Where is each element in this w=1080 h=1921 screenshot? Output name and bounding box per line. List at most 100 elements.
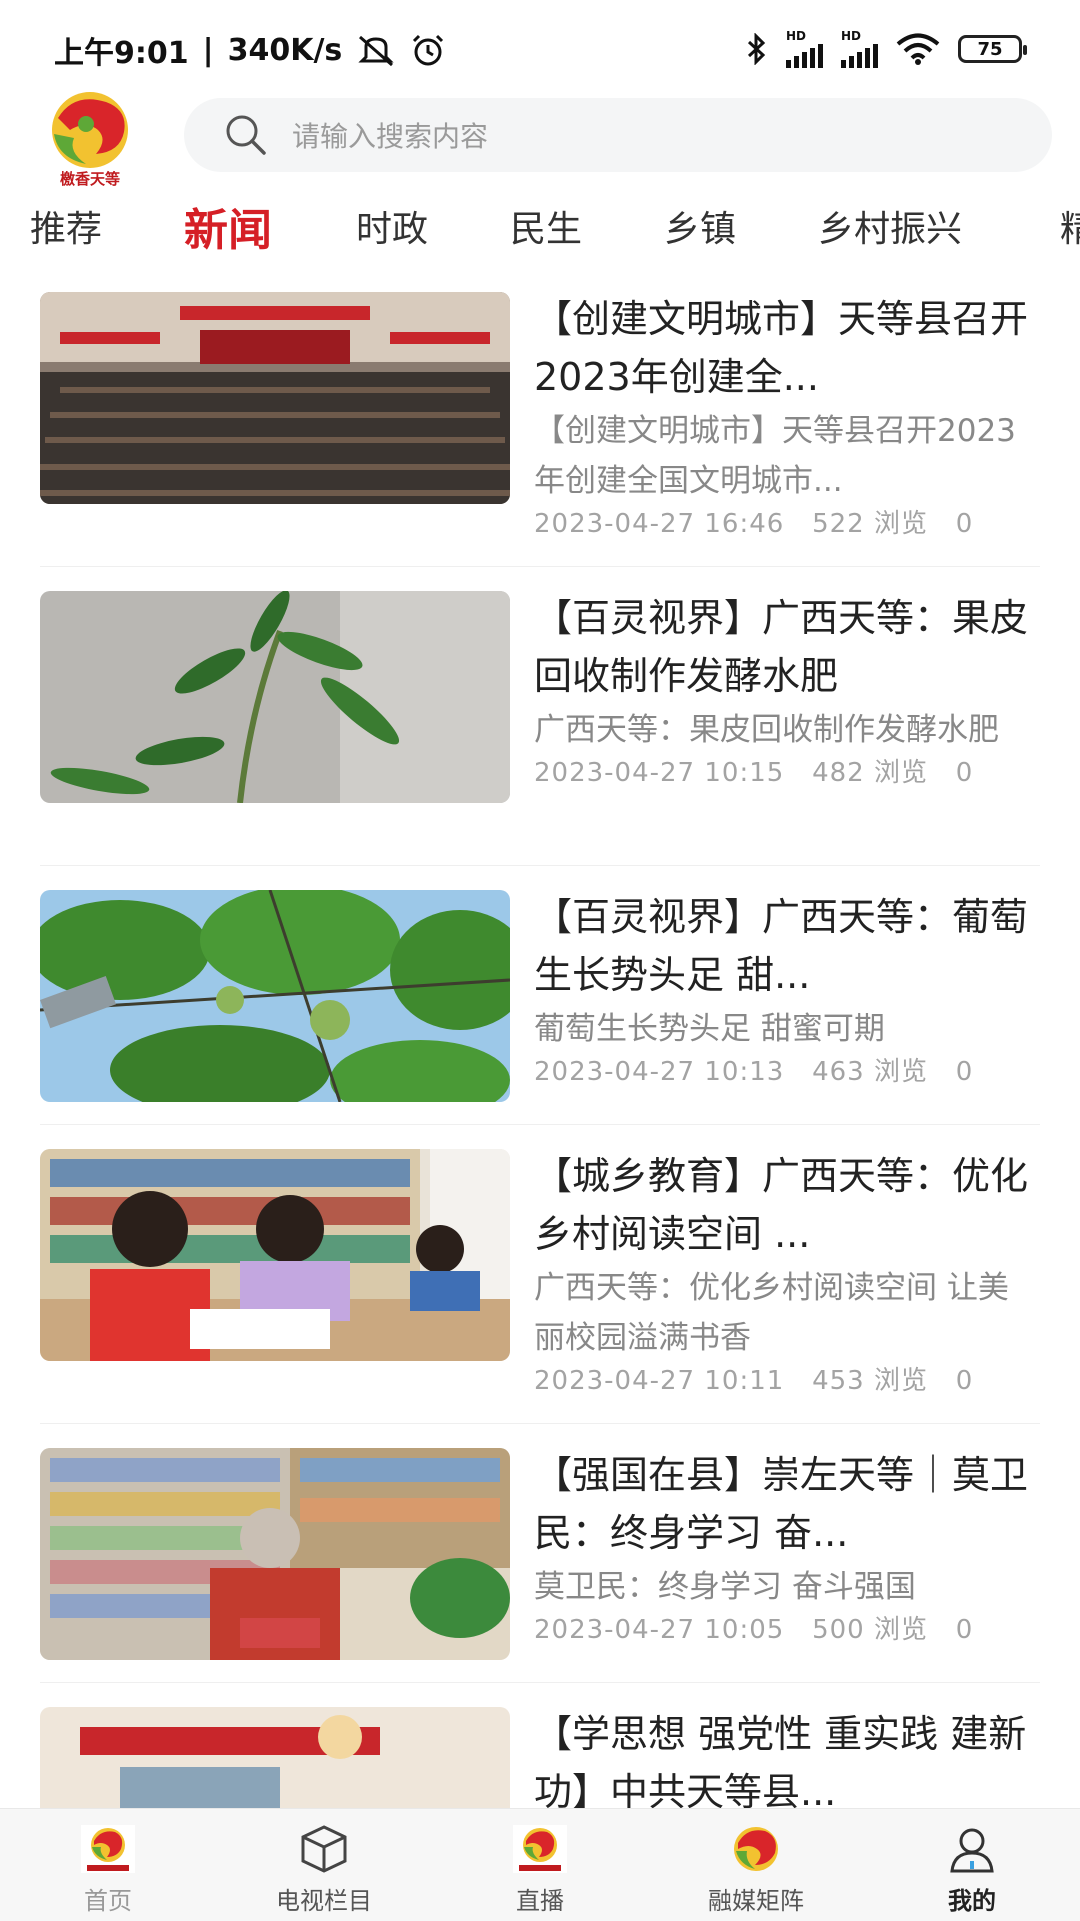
plant-image xyxy=(40,591,510,803)
svg-text:檄香天等: 檄香天等 xyxy=(60,170,120,188)
nav-home-label: 首页 xyxy=(84,1887,132,1915)
article-title[interactable]: 【学思想 强党性 重实践 建新功】中共天等县... xyxy=(534,1705,1034,1821)
article-text: 【创建文明城市】天等县召开2023年创建全... 【创建文明城市】天等县召开20… xyxy=(534,290,1034,542)
status-divider: | xyxy=(202,32,214,68)
article-comments: 0 xyxy=(955,758,974,788)
article-date: 2023-04-27 10:15 xyxy=(534,758,785,788)
article-text: 【百灵视界】广西天等：葡萄生长势头足 甜... 葡萄生长势头足 甜蜜可期 202… xyxy=(534,888,1034,1090)
nav-tv-columns-label: 电视栏目 xyxy=(276,1887,372,1915)
app-header: 檄香天等 请输入搜索内容 xyxy=(0,88,1080,188)
article-meta: 2023-04-27 16:46 522 浏览 0 xyxy=(534,506,1034,542)
children-reading-image xyxy=(40,1149,510,1361)
article-summary: 葡萄生长势头足 甜蜜可期 xyxy=(534,1011,885,1047)
live-logo-icon xyxy=(513,1825,567,1873)
search-icon xyxy=(226,115,266,155)
article-meta: 2023-04-27 10:15 482 浏览 0 xyxy=(534,755,1034,791)
article-item[interactable]: 【百灵视界】广西天等：葡萄生长势头足 甜... 葡萄生长势头足 甜蜜可期 202… xyxy=(40,866,1040,1125)
status-time: 上午9:01 xyxy=(54,36,189,71)
cube-icon xyxy=(301,1825,347,1873)
article-item[interactable]: 【创建文明城市】天等县召开2023年创建全... 【创建文明城市】天等县召开20… xyxy=(40,290,1040,567)
nav-media-matrix-label: 融媒矩阵 xyxy=(708,1887,804,1915)
library-reader-image xyxy=(40,1448,510,1660)
alarm-icon xyxy=(413,34,444,66)
article-item[interactable]: 【城乡教育】广西天等：优化乡村阅读空间 ... 广西天等：优化乡村阅读空间 让美… xyxy=(40,1125,1040,1424)
article-meta: 2023-04-27 10:05 500 浏览 0 xyxy=(534,1612,1034,1648)
tab-recommend[interactable]: 推荐 xyxy=(30,200,102,252)
article-views: 463 浏览 xyxy=(812,1057,928,1087)
signal-bars-2-icon xyxy=(841,42,878,68)
status-right: HD HD 75 xyxy=(746,30,1027,68)
article-thumbnail[interactable] xyxy=(40,292,510,504)
article-title[interactable]: 【城乡教育】广西天等：优化乡村阅读空间 ... xyxy=(534,1147,1034,1263)
status-bar: 上午9:01 | 340K/s HD HD 75 xyxy=(0,0,1080,100)
signal-bars-1-icon xyxy=(786,42,823,68)
battery-level: 75 xyxy=(977,38,1003,60)
mute-icon xyxy=(358,35,394,67)
article-item[interactable]: 【强国在县】崇左天等｜莫卫民：终身学习 奋... 莫卫民：终身学习 奋斗强国 2… xyxy=(40,1424,1040,1683)
article-date: 2023-04-27 10:05 xyxy=(534,1615,785,1645)
search-bar[interactable]: 请输入搜索内容 xyxy=(184,98,1052,172)
battery-icon: 75 xyxy=(958,35,1027,63)
article-comments: 0 xyxy=(955,1057,974,1087)
article-meta: 2023-04-27 10:13 463 浏览 0 xyxy=(534,1054,1034,1090)
article-text: 【强国在县】崇左天等｜莫卫民：终身学习 奋... 莫卫民：终身学习 奋斗强国 2… xyxy=(534,1446,1034,1648)
article-views: 482 浏览 xyxy=(812,758,928,788)
nav-mine[interactable]: 我的 xyxy=(864,1809,1080,1921)
article-list: 【创建文明城市】天等县召开2023年创建全... 【创建文明城市】天等县召开20… xyxy=(40,290,1040,1919)
article-summary: 广西天等：优化乡村阅读空间 让美丽校园溢满书香 xyxy=(534,1270,1009,1356)
nav-home[interactable]: 首页 xyxy=(0,1809,216,1921)
article-comments: 0 xyxy=(955,1366,974,1396)
app-logo-icon[interactable]: 檄香天等 xyxy=(34,88,146,188)
article-thumbnail[interactable] xyxy=(40,1149,510,1361)
meeting-hall-image xyxy=(40,292,510,504)
grapevine-image xyxy=(40,890,510,1102)
nav-live-label: 直播 xyxy=(516,1887,564,1915)
article-title[interactable]: 【百灵视界】广西天等：果皮回收制作发酵水肥 xyxy=(534,589,1034,705)
nav-tv-columns[interactable]: 电视栏目 xyxy=(216,1809,432,1921)
tab-politics[interactable]: 时政 xyxy=(356,200,428,252)
article-summary: 【创建文明城市】天等县召开2023年创建全国文明城市... xyxy=(534,413,1016,499)
article-views: 453 浏览 xyxy=(812,1366,928,1396)
article-comments: 0 xyxy=(955,509,974,539)
hd-label-2: HD xyxy=(841,29,862,43)
tab-towns[interactable]: 乡镇 xyxy=(664,200,736,252)
tab-more[interactable]: 精 xyxy=(1060,200,1080,252)
article-text: 【学思想 强党性 重实践 建新功】中共天等县... xyxy=(534,1705,1034,1821)
article-date: 2023-04-27 16:46 xyxy=(534,509,785,539)
article-views: 500 浏览 xyxy=(812,1615,928,1645)
hd-label-1: HD xyxy=(786,29,807,43)
article-thumbnail[interactable] xyxy=(40,591,510,803)
wifi-icon xyxy=(896,33,940,65)
article-comments: 0 xyxy=(955,1615,974,1645)
tab-livelihood[interactable]: 民生 xyxy=(510,200,582,252)
article-thumbnail[interactable] xyxy=(40,890,510,1102)
article-summary: 莫卫民：终身学习 奋斗强国 xyxy=(534,1569,916,1605)
article-date: 2023-04-27 10:13 xyxy=(534,1057,785,1087)
status-left: 上午9:01 | 340K/s xyxy=(54,28,446,72)
nav-media-matrix[interactable]: 融媒矩阵 xyxy=(648,1809,864,1921)
article-date: 2023-04-27 10:11 xyxy=(534,1366,785,1396)
article-text: 【百灵视界】广西天等：果皮回收制作发酵水肥 广西天等：果皮回收制作发酵水肥 20… xyxy=(534,589,1034,791)
article-meta: 2023-04-27 10:11 453 浏览 0 xyxy=(534,1363,1034,1399)
article-thumbnail[interactable] xyxy=(40,1448,510,1660)
article-summary: 广西天等：果皮回收制作发酵水肥 xyxy=(534,712,999,748)
home-logo-icon xyxy=(81,1825,135,1873)
article-text: 【城乡教育】广西天等：优化乡村阅读空间 ... 广西天等：优化乡村阅读空间 让美… xyxy=(534,1147,1034,1399)
signal-1: HD xyxy=(786,30,823,68)
tab-news[interactable]: 新闻 xyxy=(184,194,272,258)
article-views: 522 浏览 xyxy=(812,509,928,539)
article-title[interactable]: 【百灵视界】广西天等：葡萄生长势头足 甜... xyxy=(534,888,1034,1004)
bluetooth-icon xyxy=(747,33,766,65)
signal-2: HD xyxy=(841,30,878,68)
article-title[interactable]: 【强国在县】崇左天等｜莫卫民：终身学习 奋... xyxy=(534,1446,1034,1562)
status-speed: 340K/s xyxy=(227,32,343,68)
article-title[interactable]: 【创建文明城市】天等县召开2023年创建全... xyxy=(534,290,1034,406)
article-item[interactable]: 【百灵视界】广西天等：果皮回收制作发酵水肥 广西天等：果皮回收制作发酵水肥 20… xyxy=(40,567,1040,866)
nav-mine-label: 我的 xyxy=(948,1887,996,1915)
media-matrix-logo-icon xyxy=(734,1827,778,1871)
bottom-nav: 首页 电视栏目 直播 融媒矩阵 我的 xyxy=(0,1808,1080,1921)
nav-live[interactable]: 直播 xyxy=(432,1809,648,1921)
tab-rural-revitalization[interactable]: 乡村振兴 xyxy=(818,200,962,252)
user-icon xyxy=(950,1828,994,1873)
search-placeholder[interactable]: 请输入搜索内容 xyxy=(292,115,488,155)
